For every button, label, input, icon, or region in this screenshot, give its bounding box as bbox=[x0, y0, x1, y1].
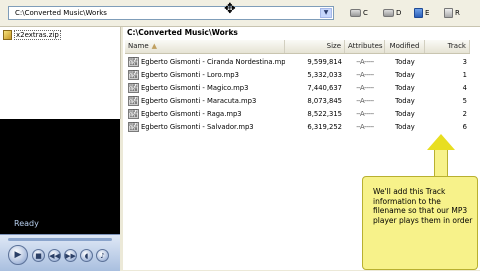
file-size: 8,522,315 bbox=[307, 110, 342, 118]
file-attributes: --A----- bbox=[356, 110, 374, 118]
file-attributes: --A----- bbox=[356, 84, 374, 92]
file-modified: Today bbox=[395, 71, 415, 79]
callout-arrow-icon bbox=[427, 134, 455, 150]
mp3-file-icon: MP3 128 bbox=[128, 70, 139, 80]
file-track: 4 bbox=[462, 84, 467, 92]
network-drive-icon bbox=[444, 8, 453, 18]
column-size[interactable]: Size bbox=[285, 40, 345, 53]
table-row[interactable]: MP3 128 Egberto Gismonti - Raga.mp3 8,522,… bbox=[125, 108, 470, 120]
file-attributes: --A----- bbox=[356, 97, 374, 105]
mp3-file-icon: MP3 128 bbox=[128, 57, 139, 67]
file-size: 8,073,845 bbox=[307, 97, 342, 105]
next-button[interactable]: ▶▶ bbox=[64, 249, 77, 262]
zip-archive-icon bbox=[3, 30, 12, 40]
volume-button[interactable]: ♪ bbox=[96, 249, 109, 262]
zip-file-label: x2extras.zip bbox=[14, 30, 61, 40]
file-size: 5,332,033 bbox=[307, 71, 342, 79]
column-header: Name ▲ Size Attributes Modified Track bbox=[125, 40, 470, 54]
mp3-file-icon: MP3 128 bbox=[128, 122, 139, 132]
stop-button[interactable]: ■ bbox=[32, 249, 45, 262]
player-controls: ▶ ■ ◀◀ ▶▶ ◖ ♪ bbox=[0, 234, 120, 271]
file-name: Egberto Gismonti - Raga.mp3 bbox=[141, 110, 242, 118]
left-file-pane: x2extras.zip bbox=[0, 27, 121, 119]
hard-drive-icon bbox=[350, 9, 361, 17]
file-modified: Today bbox=[395, 84, 415, 92]
table-row[interactable]: MP3 128 Egberto Gismonti - Loro.mp3 5,332,… bbox=[125, 69, 470, 81]
file-track: 3 bbox=[462, 58, 467, 66]
file-attributes: --A----- bbox=[356, 71, 374, 79]
file-track: 1 bbox=[462, 71, 467, 79]
chevron-down-icon[interactable]: ▼ bbox=[320, 8, 332, 18]
previous-button[interactable]: ◀◀ bbox=[48, 249, 61, 262]
drive-c-label: C bbox=[363, 9, 368, 17]
seek-bar[interactable] bbox=[8, 238, 112, 241]
table-row[interactable]: MP3 128 Egberto Gismonti - Salvador.mp3 6,… bbox=[125, 121, 470, 133]
play-button[interactable]: ▶ bbox=[8, 245, 28, 265]
zip-file-item[interactable]: x2extras.zip bbox=[3, 30, 61, 40]
column-track[interactable]: Track bbox=[425, 40, 470, 53]
table-row[interactable]: MP3 128 Egberto Gismonti - Ciranda Nordest… bbox=[125, 56, 470, 68]
file-track: 5 bbox=[462, 97, 467, 105]
video-display: Ready bbox=[0, 119, 120, 234]
file-modified: Today bbox=[395, 110, 415, 118]
file-size: 9,599,814 bbox=[307, 58, 342, 66]
file-modified: Today bbox=[395, 123, 415, 131]
annotation-callout: We'll add this Track information to the … bbox=[362, 176, 478, 270]
file-track: 6 bbox=[462, 123, 467, 131]
file-attributes: --A----- bbox=[356, 58, 374, 66]
folder-title: C:\Converted Music\Works bbox=[127, 28, 238, 37]
callout-text: We'll add this Track information to the … bbox=[373, 187, 473, 225]
callout-arrow-stem bbox=[434, 150, 448, 177]
column-name-label: Name bbox=[128, 42, 149, 50]
path-text: C:\Converted Music\Works bbox=[15, 9, 107, 17]
mp3-file-icon: MP3 128 bbox=[128, 83, 139, 93]
drive-r-button[interactable]: R bbox=[444, 7, 460, 19]
column-attributes[interactable]: Attributes bbox=[345, 40, 385, 53]
drive-e-button[interactable]: E bbox=[414, 7, 429, 19]
file-size: 7,440,637 bbox=[307, 84, 342, 92]
file-size: 6,319,252 bbox=[307, 123, 342, 131]
file-name: Egberto Gismonti - Loro.mp3 bbox=[141, 71, 239, 79]
player-status: Ready bbox=[14, 219, 39, 228]
path-combobox[interactable]: C:\Converted Music\Works ▼ bbox=[8, 6, 334, 20]
removable-drive-icon bbox=[414, 8, 423, 18]
file-track: 2 bbox=[462, 110, 467, 118]
address-toolbar: C:\Converted Music\Works ▼ ✥ C D E R bbox=[0, 0, 480, 27]
sort-ascending-icon: ▲ bbox=[151, 42, 158, 50]
move-cursor-icon: ✥ bbox=[224, 1, 236, 17]
file-name: Egberto Gismonti - Magico.mp3 bbox=[141, 84, 249, 92]
mp3-file-icon: MP3 128 bbox=[128, 109, 139, 119]
hard-drive-icon bbox=[383, 9, 394, 17]
mute-button[interactable]: ◖ bbox=[80, 249, 93, 262]
table-row[interactable]: MP3 128 Egberto Gismonti - Magico.mp3 7,44… bbox=[125, 82, 470, 94]
file-name: Egberto Gismonti - Ciranda Nordestina.mp… bbox=[141, 58, 285, 66]
file-attributes: --A----- bbox=[356, 123, 374, 131]
file-modified: Today bbox=[395, 97, 415, 105]
column-modified[interactable]: Modified bbox=[385, 40, 425, 53]
drive-e-label: E bbox=[425, 9, 430, 17]
column-name[interactable]: Name ▲ bbox=[125, 40, 285, 53]
drive-d-label: D bbox=[396, 9, 402, 17]
drive-d-button[interactable]: D bbox=[383, 7, 401, 19]
mp3-file-icon: MP3 128 bbox=[128, 96, 139, 106]
table-row[interactable]: MP3 128 Egberto Gismonti - Maracuta.mp3 8,… bbox=[125, 95, 470, 107]
drive-r-label: R bbox=[455, 9, 460, 17]
file-name: Egberto Gismonti - Maracuta.mp3 bbox=[141, 97, 257, 105]
drive-c-button[interactable]: C bbox=[350, 7, 368, 19]
file-modified: Today bbox=[395, 58, 415, 66]
file-name: Egberto Gismonti - Salvador.mp3 bbox=[141, 123, 254, 131]
